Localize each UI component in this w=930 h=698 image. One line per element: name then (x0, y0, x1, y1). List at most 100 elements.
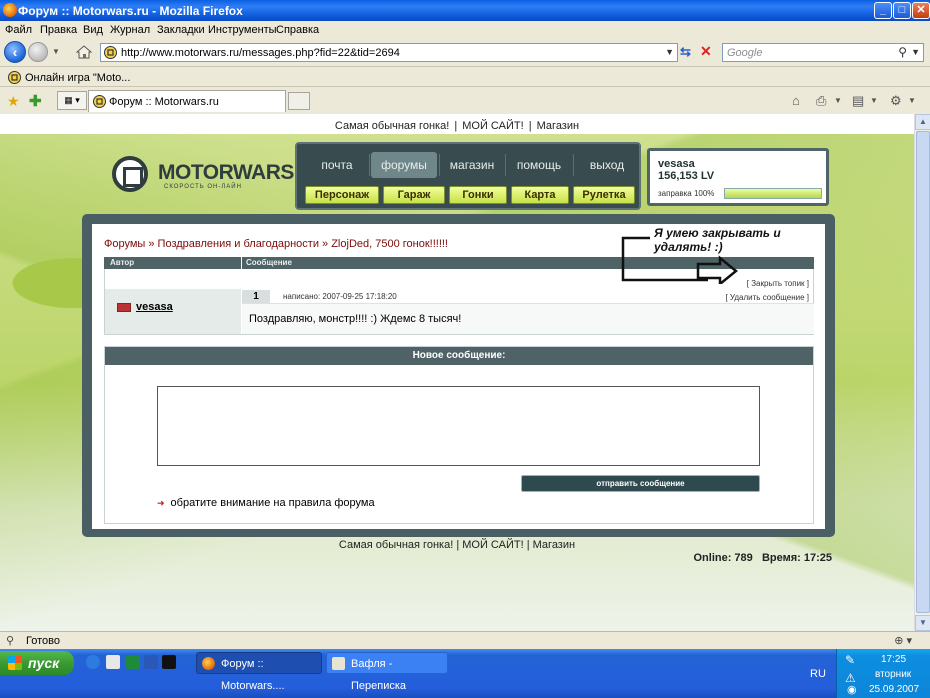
forum-rules-link[interactable]: обратите внимание на правила форума (171, 497, 375, 509)
tab-bar: ★ ✚ ▦ ▾ Форум :: Motorwars.ru ⌂ ⎙ ▼ ▤ ▼ … (0, 88, 930, 114)
menu-view[interactable]: Вид (83, 24, 103, 36)
maximize-button[interactable]: □ (893, 2, 911, 19)
menu-edit[interactable]: Правка (40, 24, 77, 36)
menu-help[interactable]: Справка (276, 24, 319, 36)
page-dropdown-icon[interactable]: ▼ (870, 96, 878, 105)
link-my-site-bottom[interactable]: МОЙ САЙТ! (462, 539, 523, 551)
excel-icon[interactable] (126, 655, 140, 669)
desktop-icon[interactable] (106, 655, 120, 669)
link-race-bottom[interactable]: Самая обычная гонка! (339, 539, 453, 551)
search-box[interactable]: Google ⚲ ▼ (722, 43, 924, 62)
tray-app-icon[interactable]: ✎ (845, 653, 855, 667)
forward-button[interactable] (28, 42, 48, 62)
print-icon[interactable]: ⎙ (816, 93, 826, 109)
logo-icon[interactable] (112, 156, 148, 192)
new-message-form: Новое сообщение: отправить сообщение ➜ об… (104, 346, 814, 524)
user-name[interactable]: vesasa (658, 158, 695, 170)
task-forum-label: Форум :: Motorwars.... (221, 658, 285, 692)
close-button[interactable]: ✕ (912, 2, 930, 19)
link-my-site[interactable]: МОЙ САЙТ! (460, 120, 525, 132)
send-message-button[interactable]: отправить сообщение (521, 475, 760, 492)
task-chat[interactable]: Вафля - Переписка (326, 652, 448, 692)
window-title: Форум :: Motorwars.ru - Mozilla Firefox (18, 4, 243, 18)
link-shop-bottom[interactable]: Магазин (533, 539, 575, 551)
scroll-up-button[interactable]: ▲ (915, 114, 930, 130)
menu-tools[interactable]: Инструменты (208, 24, 277, 36)
url-dropdown-icon[interactable]: ▼ (665, 47, 674, 57)
garage-button[interactable]: Гараж (383, 186, 445, 204)
page-icon[interactable]: ▤ (852, 93, 864, 109)
menu-bookmarks[interactable]: Закладки (157, 24, 205, 36)
url-bar[interactable]: http://www.motorwars.ru/messages.php?fid… (100, 43, 678, 62)
nav-separator (505, 154, 506, 176)
home-icon[interactable] (76, 44, 92, 60)
tray-volume-icon[interactable]: ◉ (847, 683, 857, 696)
task-forum[interactable]: Форум :: Motorwars.... (196, 652, 322, 692)
new-tab-button[interactable] (288, 92, 310, 110)
map-button[interactable]: Карта (511, 186, 569, 204)
delete-message-link[interactable]: [ Удалить сообщение ] (725, 293, 809, 302)
tab-list-button[interactable]: ▦ ▾ (57, 91, 87, 110)
minimize-button[interactable]: _ (874, 2, 892, 19)
close-topic-link[interactable]: [ Закрыть топик ] (747, 279, 809, 288)
scroll-thumb[interactable] (916, 131, 930, 613)
bottom-links: Самая обычная гонка! | МОЙ САЙТ! | Магаз… (338, 539, 576, 551)
start-button[interactable]: пуск (0, 651, 74, 675)
stop-icon[interactable]: ✕ (700, 43, 716, 59)
new-message-header: Новое сообщение: (105, 347, 813, 365)
menu-file[interactable]: Файл (5, 24, 32, 36)
nav-help[interactable]: помощь (507, 152, 571, 178)
nav-separator (573, 154, 574, 176)
nav-mail[interactable]: почта (311, 152, 363, 178)
search-icon[interactable]: ⚲ (898, 45, 907, 59)
clock-time: 17:25 (881, 654, 907, 665)
navigation-toolbar: ‹ ▼ http://www.motorwars.ru/messages.php… (0, 39, 930, 67)
star-icon[interactable]: ★ (7, 93, 20, 110)
top-links: Самая обычная гонка! | МОЙ САЙТ! | Магаз… (333, 120, 581, 132)
search-dropdown-icon[interactable]: ▼ (911, 47, 920, 57)
tools-dropdown-icon[interactable]: ▼ (908, 96, 916, 105)
status-search-icon[interactable]: ⚲ (6, 634, 14, 647)
url-text: http://www.motorwars.ru/messages.php?fid… (121, 47, 400, 59)
history-dropdown-icon[interactable]: ▼ (52, 47, 60, 56)
app-icon[interactable] (162, 655, 176, 669)
page-viewport: Самая обычная гонка! | МОЙ САЙТ! | Магаз… (0, 114, 914, 631)
link-shop[interactable]: Магазин (535, 120, 581, 132)
scroll-down-button[interactable]: ▼ (915, 615, 930, 631)
header-separator (241, 257, 242, 269)
vertical-scrollbar[interactable]: ▲ ▼ (914, 114, 930, 631)
zoom-icon[interactable]: ⊕ ▾ (894, 634, 912, 647)
language-indicator[interactable]: RU (810, 668, 826, 680)
gear-icon[interactable]: ⚙ (890, 93, 902, 109)
print-dropdown-icon[interactable]: ▼ (834, 96, 842, 105)
message-textarea[interactable] (157, 386, 760, 466)
bookmark-motorwars[interactable]: Онлайн игра "Moto... (25, 72, 130, 84)
nav-shop[interactable]: магазин (441, 152, 503, 178)
ie-icon[interactable] (86, 655, 100, 669)
menu-history[interactable]: Журнал (110, 24, 150, 36)
nav-separator (439, 154, 440, 176)
add-bookmark-icon[interactable]: ✚ (29, 92, 42, 110)
tab-favicon (93, 95, 106, 108)
chat-task-icon (332, 657, 345, 670)
nav-logout[interactable]: выход (575, 152, 639, 178)
tab-forum[interactable]: Форум :: Motorwars.ru (88, 90, 286, 112)
link-race[interactable]: Самая обычная гонка! (333, 120, 451, 132)
back-button[interactable]: ‹ (4, 41, 26, 63)
reload-icon[interactable]: ⇆ (680, 44, 696, 60)
user-avatar-icon (117, 303, 131, 312)
character-button[interactable]: Персонаж (305, 186, 379, 204)
status-bar: ⚲ Готово ⊕ ▾ (0, 631, 930, 649)
search-input[interactable]: Google (727, 47, 762, 59)
roulette-button[interactable]: Рулетка (573, 186, 635, 204)
menu-bar: Файл Правка Вид Журнал Закладки Инструме… (0, 21, 930, 39)
site-nav-panel: почта форумы магазин помощь выход Персон… (295, 142, 641, 210)
home-page-icon[interactable]: ⌂ (792, 93, 800, 108)
races-button[interactable]: Гонки (449, 186, 507, 204)
post-author-link[interactable]: vesasa (136, 301, 173, 313)
word-icon[interactable] (144, 655, 158, 669)
annotation-arrow-icon (621, 236, 738, 284)
nav-forums[interactable]: форумы (371, 152, 437, 178)
breadcrumb[interactable]: Форумы » Поздравления и благодарности » … (104, 238, 448, 250)
firefox-task-icon (202, 657, 215, 670)
